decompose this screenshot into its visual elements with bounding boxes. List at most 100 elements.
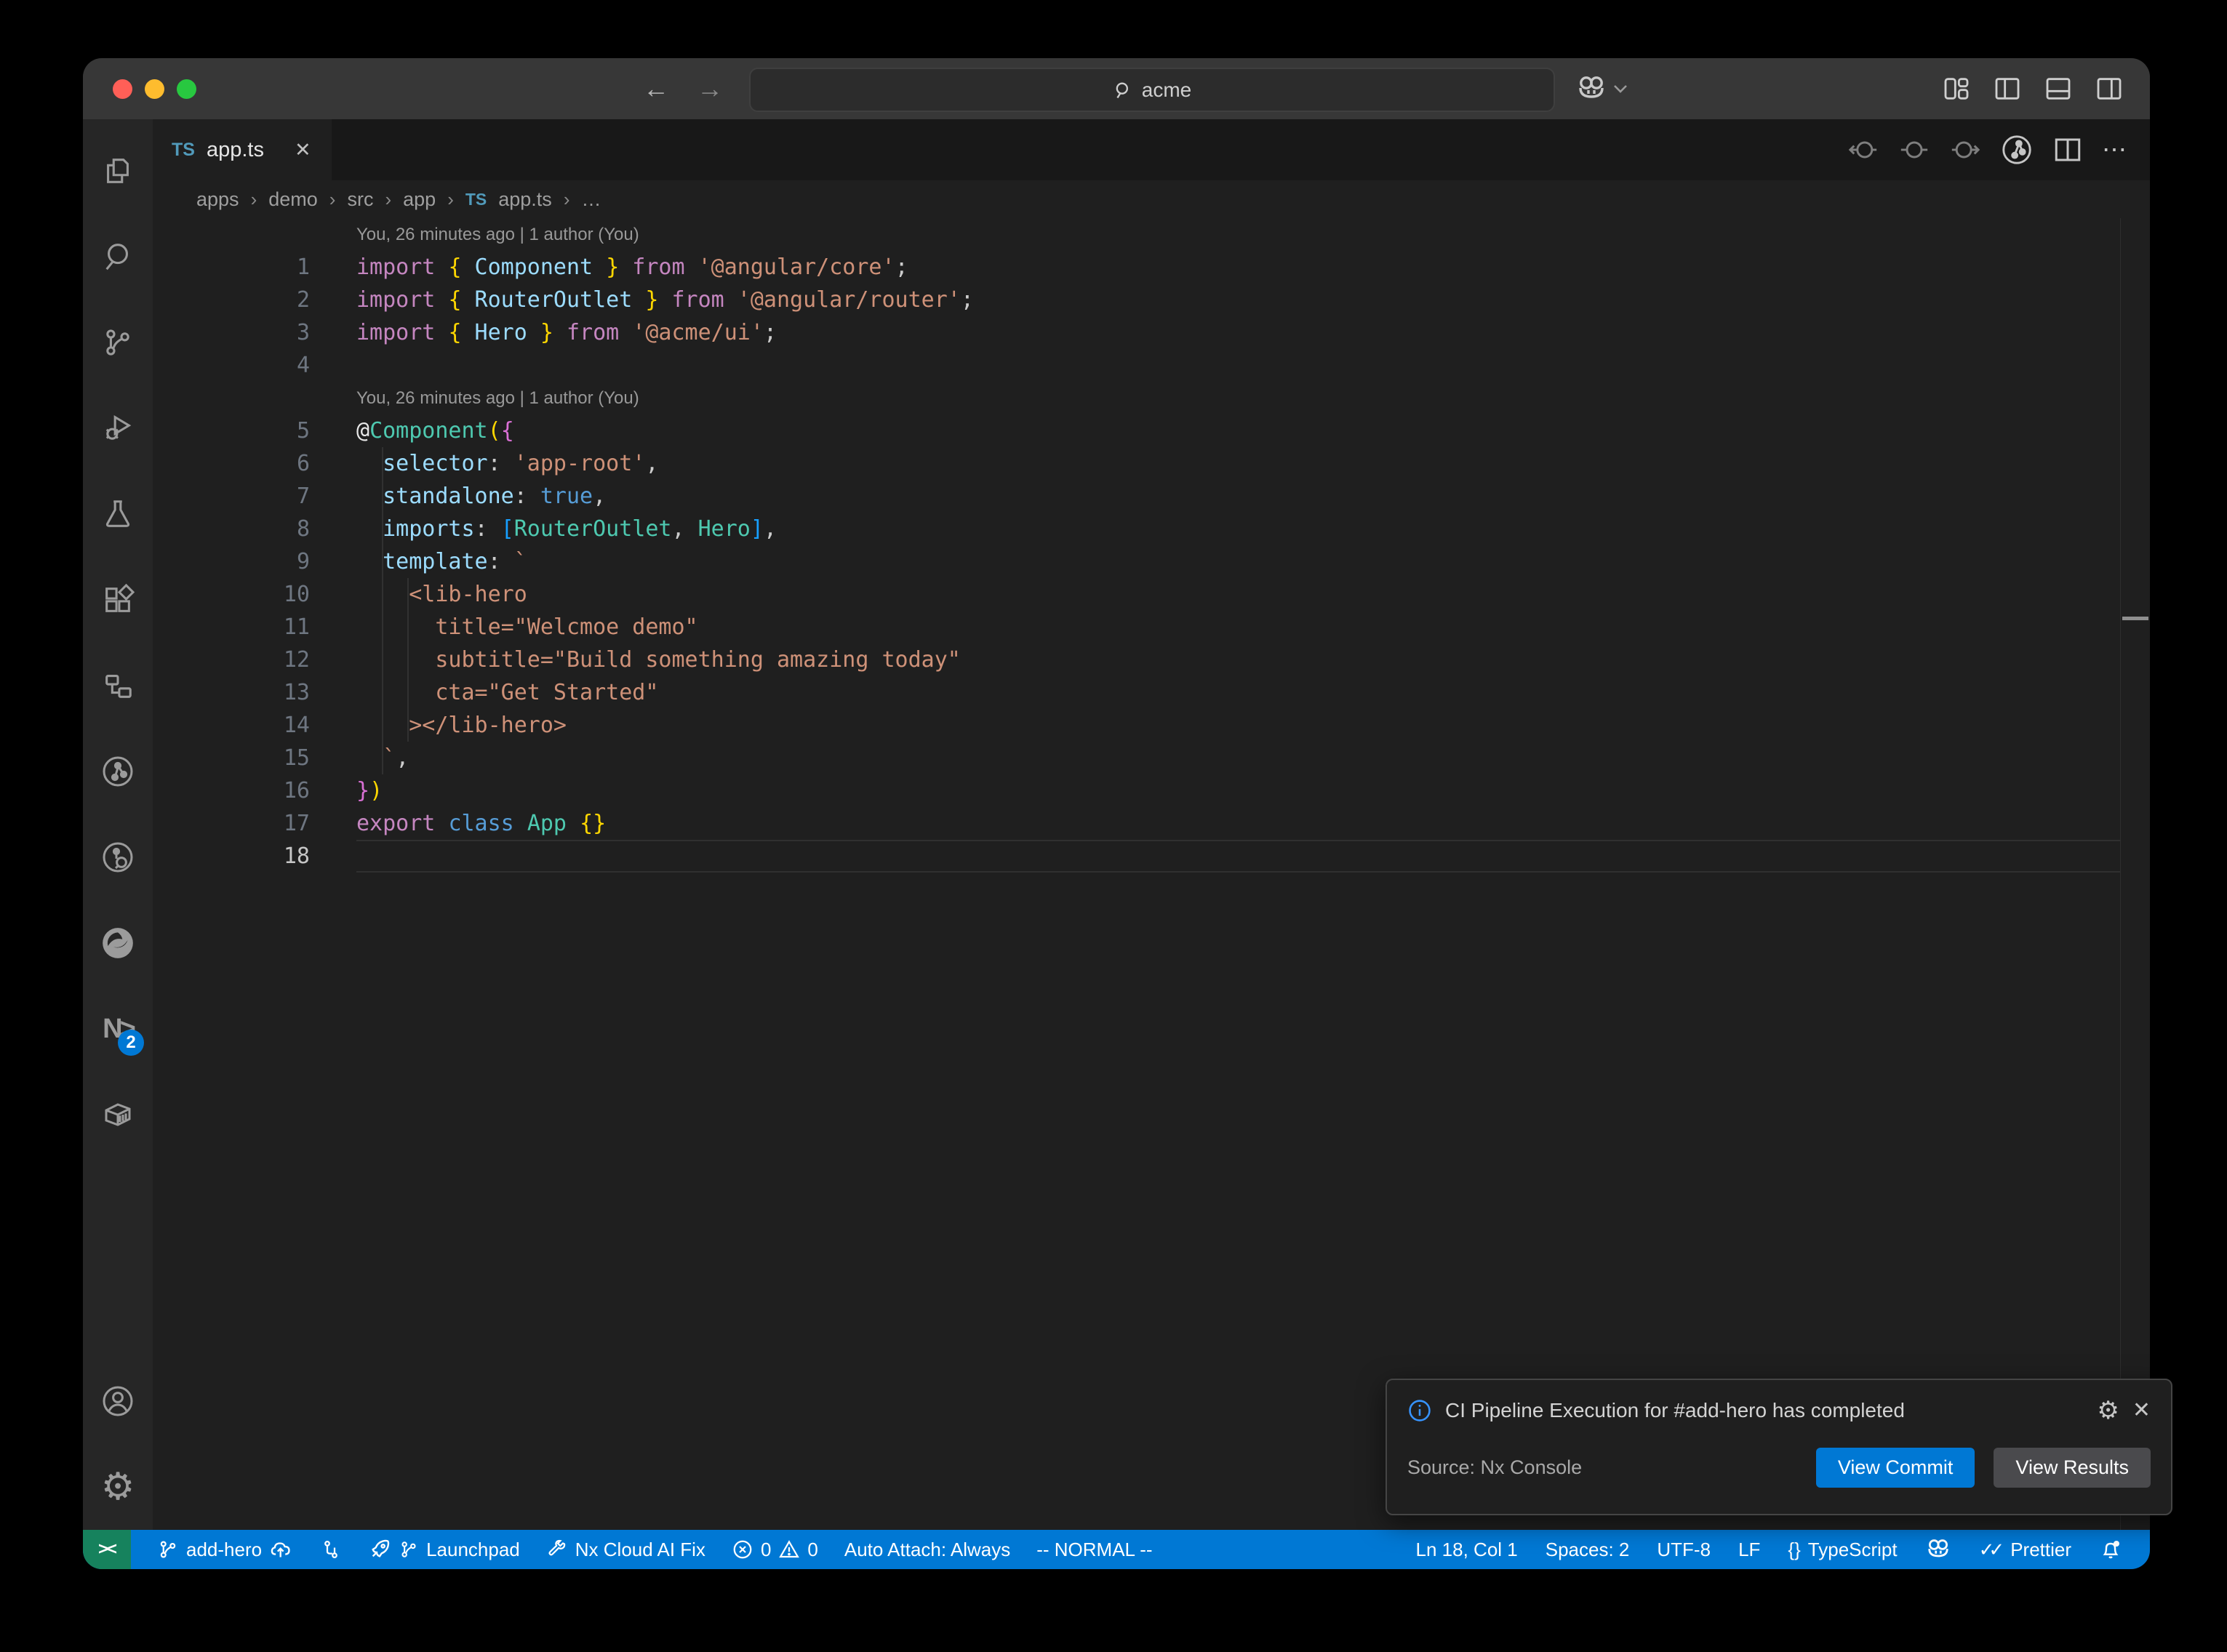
line-number: 14 [153,709,310,742]
sidebar-item-run-debug[interactable] [83,385,153,471]
code-line[interactable]: 17export class App {} [153,807,2121,840]
eol-status[interactable]: LF [1738,1539,1760,1561]
code-line[interactable]: 4 [153,349,2121,382]
breadcrumb-separator: › [385,188,391,211]
code-line[interactable]: 3import { Hero } from '@acme/ui'; [153,316,2121,349]
sidebar-item-settings[interactable]: ⚙ [83,1444,153,1530]
code-lens-text[interactable]: You, 26 minutes ago | 1 author (You) [356,218,639,251]
notification-close-icon[interactable]: ✕ [2132,1398,2151,1423]
launchpad-status[interactable]: Launchpad [368,1538,520,1561]
zoom-window-button[interactable] [177,79,196,99]
code-line[interactable]: 18 [153,840,2121,873]
indent-guide-1 [382,447,383,774]
tab-close-icon[interactable]: ✕ [295,139,311,161]
wrench-icon [546,1539,568,1560]
sidebar-item-search[interactable] [83,214,153,300]
git-branch-status[interactable]: add-hero [157,1539,294,1561]
sidebar-item-explorer[interactable] [83,128,153,214]
code-line[interactable]: 10 <lib-hero [153,578,2121,611]
code-line[interactable]: 12 subtitle="Build something amazing tod… [153,643,2121,676]
breadcrumb-item[interactable]: demo [268,188,318,211]
breadcrumb-item[interactable]: … [581,188,601,211]
code-text: }) [356,774,383,807]
code-lens-row[interactable]: You, 26 minutes ago | 1 author (You) [153,218,2121,251]
code-line[interactable]: 1import { Component } from '@angular/cor… [153,251,2121,284]
files-icon [101,154,135,188]
code-line[interactable]: 5@Component({ [153,414,2121,447]
split-editor-icon[interactable] [2052,135,2083,165]
sidebar-item-accounts[interactable] [83,1358,153,1444]
toggle-primary-sidebar-icon[interactable] [1993,74,2022,103]
cursor-position-status[interactable]: Ln 18, Col 1 [1416,1539,1518,1561]
problems-status[interactable]: 0 0 [732,1539,818,1561]
code-text: standalone: true, [356,480,606,513]
sidebar-item-nx-console[interactable]: N> 2 [83,986,153,1072]
copilot-menu[interactable] [1575,58,1628,119]
launchpad-branch-icon [399,1539,419,1560]
source-graph-icon[interactable] [2000,133,2034,167]
more-actions-icon[interactable]: ⋯ [2102,135,2128,164]
code-lens-text[interactable]: You, 26 minutes ago | 1 author (You) [356,382,639,414]
nav-back-icon[interactable] [1847,135,1879,164]
nx-cloud-status[interactable]: Nx Cloud AI Fix [546,1539,705,1561]
circled-graph-icon [100,754,135,789]
nav-forward-icon[interactable] [1949,135,1981,164]
extensions-icon [101,583,135,617]
code-text: import { Hero } from '@acme/ui'; [356,316,777,349]
sidebar-item-containers[interactable] [83,1072,153,1158]
breadcrumb-item[interactable]: apps [196,188,239,211]
indentation-label: Spaces: 2 [1546,1539,1630,1561]
code-line[interactable]: 7 standalone: true, [153,480,2121,513]
sidebar-item-edge-tools[interactable] [83,900,153,986]
sidebar-item-testing[interactable] [83,471,153,557]
notifications-status[interactable] [2099,1538,2122,1561]
remote-indicator[interactable]: >< [83,1530,131,1569]
code-text: import { RouterOutlet } from '@angular/r… [356,284,974,316]
breadcrumb-item[interactable]: app [403,188,436,211]
vim-mode-status[interactable]: -- NORMAL -- [1036,1539,1152,1561]
command-center-search[interactable]: acme [749,68,1555,112]
sidebar-item-commit-graph[interactable] [83,729,153,814]
code-line[interactable]: 9 template: ` [153,545,2121,578]
code-line[interactable]: 14 ></lib-hero> [153,709,2121,742]
code-line[interactable]: 11 title="Welcmoe demo" [153,611,2121,643]
code-editor[interactable]: You, 26 minutes ago | 1 author (You)1imp… [153,218,2150,1530]
view-commit-button[interactable]: View Commit [1816,1448,1975,1488]
code-line[interactable]: 16}) [153,774,2121,807]
code-line[interactable]: 2import { RouterOutlet } from '@angular/… [153,284,2121,316]
sidebar-item-source-control[interactable] [83,300,153,385]
sidebar-item-graph-search[interactable] [83,814,153,900]
code-line[interactable]: 8 imports: [RouterOutlet, Hero], [153,513,2121,545]
breadcrumb-item[interactable]: src [347,188,373,211]
close-window-button[interactable] [113,79,132,99]
history-forward-icon[interactable]: → [697,73,723,104]
auto-attach-status[interactable]: Auto Attach: Always [844,1539,1010,1561]
sidebar-item-project-graph[interactable] [83,643,153,729]
code-line[interactable]: 13 cta="Get Started" [153,676,2121,709]
debug-icon [101,412,135,445]
copilot-status[interactable] [1925,1538,1951,1561]
notification-settings-icon[interactable]: ⚙ [2097,1398,2119,1423]
line-number: 13 [153,676,310,709]
breadcrumb-item[interactable]: app.ts [498,188,552,211]
indentation-status[interactable]: Spaces: 2 [1546,1539,1630,1561]
language-label: TypeScript [1808,1539,1898,1561]
code-line[interactable]: 15 `, [153,742,2121,774]
customize-layout-icon[interactable] [1942,74,1971,103]
toggle-panel-icon[interactable] [2044,74,2073,103]
sidebar-item-extensions[interactable] [83,557,153,643]
history-back-icon[interactable]: ← [643,73,669,104]
toggle-secondary-sidebar-icon[interactable] [2095,74,2124,103]
tab-app-ts[interactable]: TS app.ts ✕ [153,119,332,180]
language-status[interactable]: {} TypeScript [1788,1539,1897,1561]
minimize-window-button[interactable] [145,79,164,99]
gitlens-compare-status[interactable] [320,1539,342,1560]
prettier-status[interactable]: ✓✓ Prettier [1979,1539,2071,1561]
nav-current-icon[interactable] [1898,135,1930,164]
encoding-status[interactable]: UTF-8 [1657,1539,1711,1561]
breadcrumb[interactable]: apps›demo›src›app›TSapp.ts›… [153,180,2150,218]
code-line[interactable]: 6 selector: 'app-root', [153,447,2121,480]
code-lens-row[interactable]: You, 26 minutes ago | 1 author (You) [153,382,2121,414]
scrollbar-track[interactable] [2120,218,2150,1530]
view-results-button[interactable]: View Results [1994,1448,2151,1488]
